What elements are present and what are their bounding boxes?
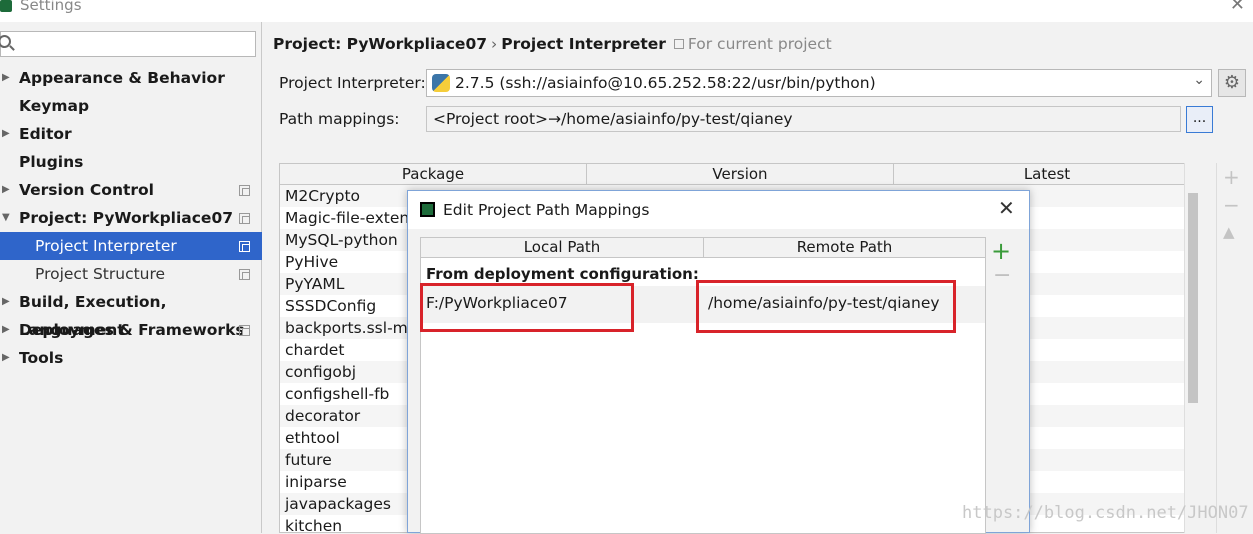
copy-icon — [239, 213, 250, 224]
settings-search-input[interactable] — [0, 31, 256, 57]
sidebar-item-build-execution-deployment[interactable]: ▶ Build, Execution, Deployment — [0, 288, 262, 339]
sidebar-item-label: Version Control — [19, 181, 154, 199]
deployment-group-label: From deployment configuration: — [426, 265, 699, 283]
remove-mapping-icon[interactable]: − — [993, 263, 1011, 288]
gear-button[interactable]: ⚙ — [1218, 69, 1246, 97]
package-name: M2Crypto — [285, 187, 361, 205]
mappings-table: Local Path Remote Path From deployment c… — [420, 237, 986, 534]
edit-path-mappings-dialog: Edit Project Path Mappings ✕ Local Path … — [407, 190, 1030, 534]
package-name: configobj — [285, 363, 357, 381]
watermark: https://blog.csdn.net/JHON07 — [962, 503, 1249, 523]
settings-sidebar: ▶ Appearance & Behavior Keymap ▶ Editor Plugi… — [0, 22, 262, 533]
interpreter-select[interactable]: 2.7.5 (ssh://asiainfo@10.65.252.58:22/us… — [426, 69, 1212, 97]
sidebar-item-label: Editor — [19, 125, 72, 143]
interpreter-value: 2.7.5 (ssh://asiainfo@10.65.252.58:22/us… — [455, 74, 876, 92]
package-name: configshell-fb — [285, 385, 390, 403]
add-mapping-icon[interactable]: + — [991, 237, 1011, 265]
sidebar-item-plugins[interactable]: Plugins — [0, 148, 262, 176]
path-mappings-value: <Project root>→/home/asiainfo/py-test/qi… — [433, 110, 793, 128]
sidebar-item-label: Languages & Frameworks — [19, 321, 245, 339]
breadcrumb: Project: PyWorkpliace07 › Project Interpre… — [273, 35, 832, 53]
package-name: decorator — [285, 407, 361, 425]
local-path-highlight — [420, 283, 634, 332]
python-icon — [432, 74, 450, 92]
column-latest[interactable]: Latest — [894, 165, 1200, 183]
sidebar-item-version-control[interactable]: ▶ Version Control — [0, 176, 262, 204]
breadcrumb-separator: › — [491, 35, 498, 53]
package-name: javapackages — [285, 495, 391, 513]
chevron-right-icon[interactable]: ▶ — [2, 176, 10, 204]
packages-toolbar: + − ▲ — [1216, 163, 1246, 533]
package-name: ethtool — [285, 429, 340, 447]
path-mappings-field[interactable]: <Project root>→/home/asiainfo/py-test/qi… — [426, 106, 1181, 132]
breadcrumb-project: Project: PyWorkpliace07 — [273, 35, 488, 53]
sidebar-item-label: Project Structure — [35, 265, 166, 283]
package-name: PyHive — [285, 253, 339, 271]
sidebar-item-label: Project Interpreter — [35, 237, 177, 255]
window-close-icon[interactable]: ✕ — [1230, 0, 1245, 15]
title-bar: Settings ✕ — [0, 0, 1253, 22]
scope-label: For current project — [687, 35, 832, 53]
package-name: SSSDConfig — [285, 297, 377, 315]
sidebar-item-label: Keymap — [19, 97, 90, 115]
chevron-right-icon[interactable]: ▶ — [2, 64, 10, 92]
package-name: iniparse — [285, 473, 347, 491]
sidebar-item-label: Plugins — [19, 153, 84, 171]
pycharm-icon — [420, 202, 435, 217]
sidebar-item-project-structure[interactable]: Project Structure — [0, 260, 262, 288]
remove-package-icon[interactable]: − — [1223, 193, 1240, 217]
copy-icon — [239, 269, 250, 280]
remote-path-highlight — [696, 280, 956, 333]
sidebar-item-editor[interactable]: ▶ Editor — [0, 120, 262, 148]
close-icon[interactable]: ✕ — [998, 196, 1015, 220]
column-package[interactable]: Package — [280, 165, 586, 183]
window-title: Settings — [20, 0, 82, 14]
chevron-right-icon[interactable]: ▶ — [2, 316, 10, 344]
sidebar-item-project-interpreter[interactable]: Project Interpreter — [0, 232, 262, 260]
packages-scrollbar[interactable] — [1184, 163, 1201, 533]
chevron-down-icon[interactable]: ▼ — [2, 204, 10, 232]
package-name: chardet — [285, 341, 345, 359]
chevron-down-icon: ⌄ — [1193, 72, 1205, 88]
packages-table-header: Package Version Latest — [280, 164, 1200, 185]
package-name: MySQL-python — [285, 231, 398, 249]
copy-icon — [239, 241, 250, 252]
sidebar-item-languages-frameworks[interactable]: ▶ Languages & Frameworks — [0, 316, 262, 344]
copy-icon — [239, 185, 250, 196]
search-icon — [0, 35, 11, 48]
chevron-right-icon[interactable]: ▶ — [2, 120, 10, 148]
sidebar-item-project-pyworkpliace07[interactable]: ▼ Project: PyWorkpliace07 — [0, 204, 262, 232]
package-name: future — [285, 451, 332, 469]
package-name: PyYAML — [285, 275, 345, 293]
path-mappings-label: Path mappings: — [279, 110, 400, 128]
sidebar-item-tools[interactable]: ▶ Tools — [0, 344, 262, 372]
column-version[interactable]: Version — [587, 165, 893, 183]
column-local-path[interactable]: Local Path — [421, 238, 703, 256]
package-name: backports.ssl-ma — [285, 319, 418, 337]
sidebar-item-appearance-behavior[interactable]: ▶ Appearance & Behavior — [0, 64, 262, 92]
gear-icon: ⚙ — [1223, 72, 1241, 93]
edit-path-mappings-button[interactable]: ... — [1186, 106, 1213, 133]
add-package-icon[interactable]: + — [1223, 165, 1240, 189]
chevron-right-icon[interactable]: ▶ — [2, 344, 10, 372]
package-name: Magic-file-extens — [285, 209, 418, 227]
copy-icon — [239, 325, 250, 336]
mappings-toolbar: + − — [986, 237, 1018, 534]
sidebar-item-label: Tools — [19, 349, 64, 367]
dialog-title-bar: Edit Project Path Mappings ✕ — [408, 191, 1029, 229]
sidebar-item-keymap[interactable]: Keymap — [0, 92, 262, 120]
copy-icon — [673, 39, 684, 49]
interpreter-label: Project Interpreter: — [279, 74, 426, 92]
column-remote-path[interactable]: Remote Path — [704, 238, 985, 256]
chevron-right-icon[interactable]: ▶ — [2, 288, 10, 316]
mappings-table-header: Local Path Remote Path — [421, 238, 985, 258]
pycharm-icon — [0, 0, 12, 12]
upgrade-package-icon[interactable]: ▲ — [1223, 223, 1235, 241]
package-name: kitchen — [285, 517, 343, 533]
scrollbar-thumb[interactable] — [1188, 193, 1198, 403]
sidebar-item-label: Project: PyWorkpliace07 — [19, 209, 234, 227]
breadcrumb-page: Project Interpreter — [501, 35, 666, 53]
sidebar-item-label: Appearance & Behavior — [19, 69, 225, 87]
dialog-title: Edit Project Path Mappings — [443, 201, 650, 219]
